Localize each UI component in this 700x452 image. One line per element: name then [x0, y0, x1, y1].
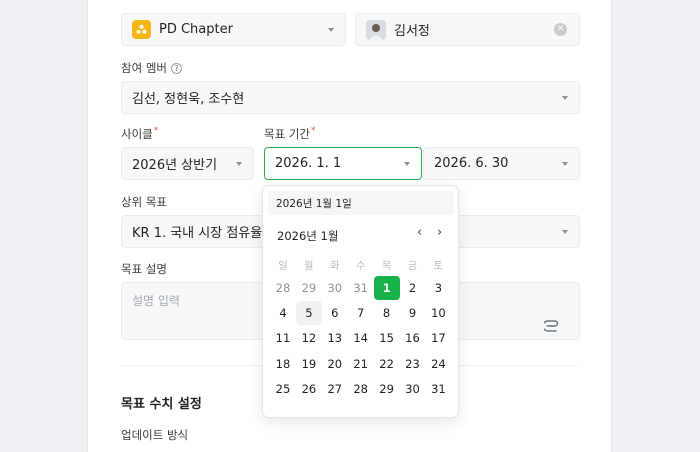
avatar — [366, 19, 386, 40]
calendar-day[interactable]: 2 — [400, 276, 426, 300]
calendar-day[interactable]: 6 — [322, 301, 348, 325]
weekday-label: 금 — [407, 260, 418, 272]
required-mark: * — [153, 126, 159, 136]
members-select[interactable]: 김선, 정현욱, 조수현 — [121, 81, 580, 114]
period-start-select[interactable]: 2026. 1. 1 — [264, 147, 422, 180]
parent-goal-label: 상위 목표 — [121, 195, 167, 209]
weekday-label: 수 — [356, 260, 366, 272]
chevron-down-icon — [562, 230, 568, 234]
cycle-label: 사이클* — [121, 126, 159, 141]
calendar-day[interactable]: 23 — [400, 352, 426, 376]
calendar-day[interactable]: 29 — [296, 276, 322, 300]
calendar-day[interactable]: 8 — [374, 301, 400, 325]
calendar-day[interactable]: 25 — [270, 377, 296, 401]
owner-name: 김서정 — [394, 24, 430, 39]
clear-icon[interactable]: ✕ — [554, 23, 567, 36]
calendar-day[interactable]: 21 — [348, 352, 374, 376]
update-method-label: 업데이트 방식 — [121, 428, 189, 442]
calendar-day[interactable]: 20 — [322, 352, 348, 376]
calendar-day[interactable]: 1 — [373, 276, 400, 300]
chevron-down-icon — [562, 162, 568, 166]
calendar-day[interactable]: 28 — [348, 377, 374, 401]
calendar-day[interactable]: 26 — [296, 377, 322, 401]
calendar-day[interactable]: 24 — [425, 352, 451, 376]
date-picker: 2026년 1월 1일 2026년 1월 ‹ › 일 월 화 수 목 금 토 28 29 30 31… — [262, 185, 459, 418]
paperclip-icon[interactable] — [542, 317, 587, 336]
calendar-day[interactable]: 28 — [270, 276, 296, 300]
owner-select[interactable]: 김서정 ✕ — [355, 13, 580, 46]
calendar-day[interactable]: 30 — [322, 276, 348, 300]
weekday-label: 일 — [278, 260, 288, 272]
team-select-value: PD Chapter — [159, 22, 233, 37]
help-icon[interactable]: ? — [170, 63, 182, 74]
team-icon — [132, 20, 151, 39]
calendar-month-title: 2026년 1월 — [277, 229, 339, 243]
calendar-day[interactable]: 15 — [374, 326, 400, 350]
period-end-select[interactable]: 2026. 6. 30 — [423, 147, 580, 180]
members-value: 김선, 정현욱, 조수현 — [132, 92, 245, 107]
calendar-day[interactable]: 16 — [400, 326, 426, 350]
calendar-day[interactable]: 31 — [348, 276, 374, 300]
calendar-day[interactable]: 18 — [270, 352, 296, 376]
calendar-day[interactable]: 10 — [425, 301, 451, 325]
calendar-day[interactable]: 22 — [374, 352, 400, 376]
chevron-down-icon — [236, 162, 242, 166]
calendar-day[interactable]: 27 — [322, 377, 348, 401]
period-end-value: 2026. 6. 30 — [434, 156, 509, 171]
required-mark: * — [310, 126, 316, 136]
weekday-label: 화 — [330, 260, 340, 272]
metric-section-title: 목표 수치 설정 — [121, 397, 202, 412]
calendar-day[interactable]: 7 — [348, 301, 374, 325]
chevron-left-icon[interactable]: ‹ — [417, 225, 422, 240]
calendar-day[interactable]: 5 — [295, 301, 322, 326]
calendar-day[interactable]: 3 — [425, 276, 451, 300]
date-input[interactable]: 2026년 1월 1일 — [268, 191, 454, 215]
date-input-value: 2026년 1월 1일 — [276, 197, 352, 210]
description-label: 목표 설명 — [121, 262, 167, 276]
weekday-label: 토 — [433, 260, 443, 272]
members-label: 참여 멤버? — [121, 60, 182, 76]
calendar-day[interactable]: 14 — [348, 326, 374, 350]
chevron-down-icon — [404, 162, 410, 166]
chevron-down-icon — [328, 28, 334, 32]
calendar-day[interactable]: 29 — [374, 377, 400, 401]
weekday-label: 목 — [381, 260, 392, 272]
calendar-day[interactable]: 30 — [400, 377, 426, 401]
calendar-day[interactable]: 9 — [400, 301, 426, 325]
period-start-value: 2026. 1. 1 — [275, 156, 342, 171]
cycle-value: 2026년 상반기 — [132, 158, 218, 173]
calendar-day[interactable]: 11 — [270, 326, 296, 350]
calendar-day[interactable]: 13 — [322, 326, 348, 350]
team-select[interactable]: PD Chapter — [121, 13, 346, 46]
description-placeholder: 설명 입력 — [132, 294, 180, 308]
period-label: 목표 기간* — [264, 126, 316, 141]
weekday-label: 월 — [304, 260, 314, 272]
calendar-day[interactable]: 17 — [425, 326, 451, 350]
cycle-select[interactable]: 2026년 상반기 — [121, 147, 254, 180]
calendar-day[interactable]: 12 — [296, 326, 322, 350]
chevron-down-icon — [562, 96, 568, 100]
calendar-day[interactable]: 31 — [425, 377, 451, 401]
calendar-day[interactable]: 19 — [296, 352, 322, 376]
calendar-day[interactable]: 4 — [270, 301, 296, 325]
chevron-right-icon[interactable]: › — [437, 225, 442, 240]
